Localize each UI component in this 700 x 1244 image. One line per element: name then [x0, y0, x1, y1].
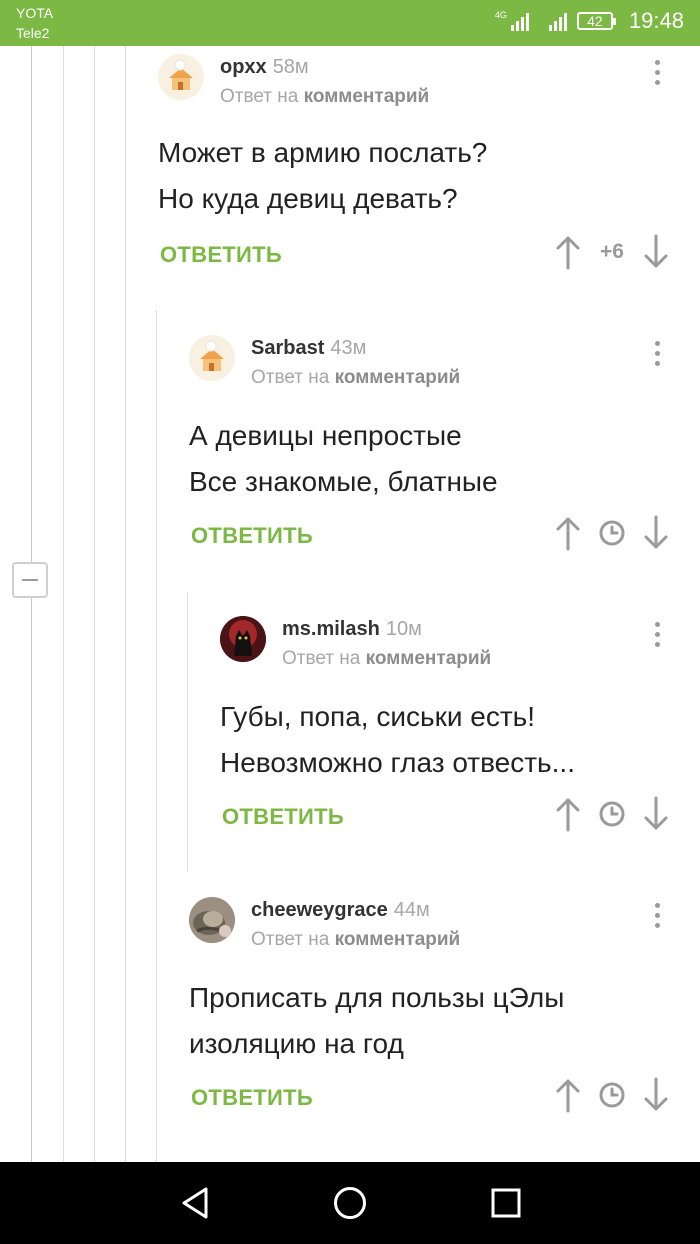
comment-time: 58м	[272, 56, 309, 78]
user-avatar[interactable]	[189, 335, 235, 381]
more-menu-icon[interactable]	[655, 341, 661, 369]
downvote-arrow-icon[interactable]	[642, 234, 670, 270]
clock-icon	[599, 520, 625, 546]
home-icon[interactable]	[330, 1183, 370, 1223]
reply-reference[interactable]: Ответ на комментарий	[251, 929, 460, 951]
user-avatar[interactable]	[158, 54, 204, 100]
reply-prefix: Ответ на	[251, 929, 330, 950]
comment-line: Может в армию послать?	[158, 137, 488, 168]
reply-reference[interactable]: Ответ на комментарий	[282, 648, 491, 670]
author-name[interactable]: Sarbast	[251, 337, 324, 359]
signal-icon-2	[548, 11, 567, 31]
comment-text: А девицы непростые Все знакомые, блатные	[189, 413, 498, 505]
user-avatar[interactable]	[220, 616, 266, 662]
system-nav-bar	[0, 1162, 700, 1244]
battery-icon: 42	[576, 12, 616, 30]
comment: Sarbast 43м Ответ на комментарий А девицы…	[189, 335, 700, 565]
comment-author[interactable]: Sarbast 43м	[251, 337, 366, 360]
reply-reference[interactable]: Ответ на комментарий	[220, 86, 429, 108]
upvote-arrow-icon[interactable]	[554, 796, 582, 832]
cottage-avatar-icon	[158, 54, 204, 100]
vote-controls	[554, 796, 670, 832]
network-type-label: 4G	[494, 9, 507, 20]
comment-text: Прописать для пользы цЭлы изоляцию на го…	[189, 975, 564, 1067]
carrier-name-2: Tele2	[16, 25, 50, 41]
reply-button[interactable]: ОТВЕТИТЬ	[191, 523, 313, 549]
comment-line: Все знакомые, блатные	[189, 466, 498, 497]
carrier-name-1: YOTA	[16, 5, 54, 21]
comment-line: Но куда девиц девать?	[158, 183, 458, 214]
reply-button[interactable]: ОТВЕТИТЬ	[191, 1085, 313, 1111]
more-menu-icon[interactable]	[655, 903, 661, 931]
clock-icon	[599, 801, 625, 827]
upvote-arrow-icon[interactable]	[554, 515, 582, 551]
comment-time: 10м	[385, 618, 422, 640]
more-menu-icon[interactable]	[655, 60, 661, 88]
cottage-avatar-icon	[189, 335, 235, 381]
comment: cheeweygrace 44м Ответ на комментарий Про…	[189, 897, 700, 1127]
upvote-arrow-icon[interactable]	[554, 1077, 582, 1113]
comment: ms.milash 10м Ответ на комментарий Губы, …	[220, 616, 700, 846]
reply-target-link[interactable]: комментарий	[335, 929, 461, 950]
thread-line	[31, 598, 32, 1162]
comment-rating: +6	[600, 240, 624, 263]
clock: 19:48	[628, 8, 684, 33]
comment-text: Губы, попа, сиськи есть! Невозможно глаз…	[220, 694, 575, 786]
comment-text: Может в армию послать? Но куда девиц дев…	[158, 130, 487, 222]
reply-prefix: Ответ на	[282, 648, 361, 669]
author-name[interactable]: ms.milash	[282, 618, 380, 640]
thread-line	[63, 46, 64, 1162]
reply-target-link[interactable]: комментарий	[304, 86, 430, 107]
comment-line: Губы, попа, сиськи есть!	[220, 701, 536, 732]
thread-line	[125, 46, 126, 1162]
more-menu-icon[interactable]	[655, 622, 661, 650]
reply-prefix: Ответ на	[251, 367, 330, 388]
battery-level: 42	[587, 13, 603, 29]
clock-icon	[599, 1082, 625, 1108]
comment: opxx 58м Ответ на комментарий Может в арм…	[158, 54, 700, 284]
comment-line: Невозможно глаз отвесть...	[220, 747, 575, 778]
recents-icon[interactable]	[486, 1183, 526, 1223]
reply-prefix: Ответ на	[220, 86, 299, 107]
user-avatar[interactable]	[189, 897, 235, 943]
signal-icon	[510, 11, 529, 31]
collapse-thread-button[interactable]	[12, 562, 48, 598]
dark-cat-avatar-icon	[220, 616, 266, 662]
vote-controls	[554, 515, 670, 551]
comment-time: 44м	[393, 899, 430, 921]
vote-controls	[554, 1077, 670, 1113]
author-name[interactable]: opxx	[220, 56, 267, 78]
back-icon[interactable]	[175, 1183, 215, 1223]
comment-time: 43м	[330, 337, 367, 359]
status-bar: YOTA Tele2 4G 42 19:48	[0, 0, 700, 46]
reply-reference[interactable]: Ответ на комментарий	[251, 367, 460, 389]
author-name[interactable]: cheeweygrace	[251, 899, 388, 921]
downvote-arrow-icon[interactable]	[642, 515, 670, 551]
comment-line: А девицы непростые	[189, 420, 462, 451]
reply-button[interactable]: ОТВЕТИТЬ	[222, 804, 344, 830]
downvote-arrow-icon[interactable]	[642, 796, 670, 832]
downvote-arrow-icon[interactable]	[642, 1077, 670, 1113]
comment-line: Прописать для пользы цЭлы	[189, 982, 565, 1013]
reply-target-link[interactable]: комментарий	[335, 367, 461, 388]
thread-line	[31, 46, 32, 562]
reply-button[interactable]: ОТВЕТИТЬ	[160, 242, 282, 268]
reply-target-link[interactable]: комментарий	[366, 648, 492, 669]
upvote-arrow-icon[interactable]	[554, 234, 582, 270]
thread-line	[187, 592, 188, 872]
comment-author[interactable]: ms.milash 10м	[282, 618, 422, 641]
comment-author[interactable]: opxx 58м	[220, 56, 309, 79]
comment-author[interactable]: cheeweygrace 44м	[251, 899, 430, 922]
comment-line: изоляцию на год	[189, 1028, 404, 1059]
thread-line	[94, 46, 95, 1162]
vote-controls: +6	[554, 234, 670, 270]
thread-line	[156, 310, 157, 1162]
cat-photo-avatar-icon	[189, 897, 235, 943]
